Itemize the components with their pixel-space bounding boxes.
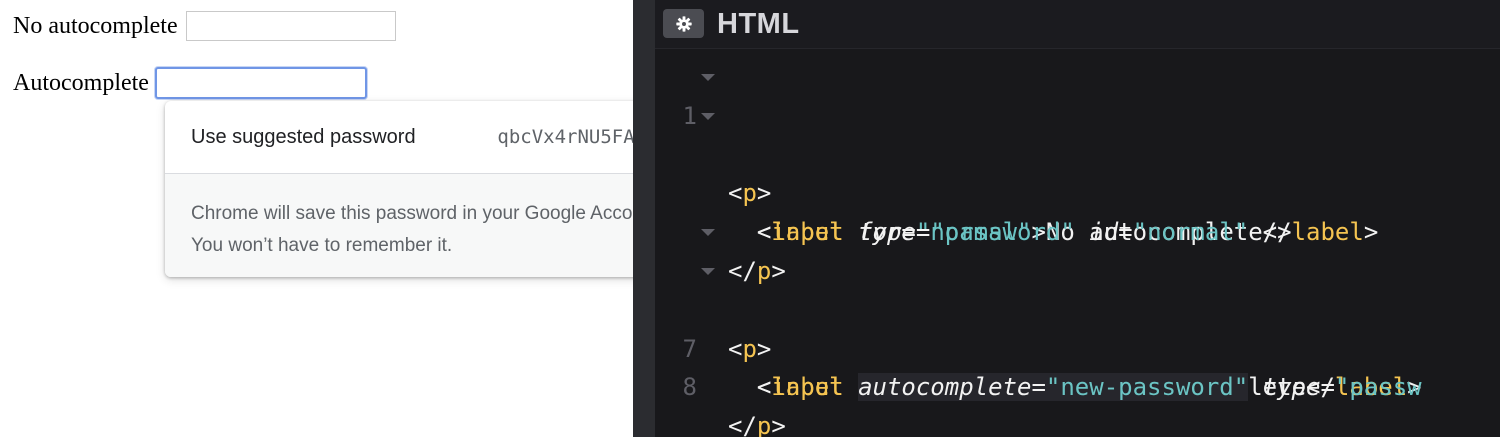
fold-arrow-icon[interactable] [701,74,715,81]
suggest-label: Use suggested password [191,125,416,148]
settings-button[interactable] [663,9,704,38]
preview-pane: No autocomplete Autocomplete Use suggest… [0,0,695,437]
code-line: <input type="password" id="normal" /> [756,218,1292,247]
normal-row: No autocomplete [13,11,396,41]
popup-footer: Chrome will save this password in your G… [165,174,695,277]
code-line: 7 <input autocomplete="new-password" typ… [655,291,1500,402]
autocomplete-label: Autocomplete [13,69,149,96]
popup-note: Chrome will save this password in your G… [191,203,665,256]
editor-title: HTML [717,8,800,40]
code-line: <label for="normal">No autocomplete</lab… [655,97,1500,246]
editor-header: HTML [655,0,1500,49]
code-line: 1 <p> [655,58,1500,207]
password-suggestion-popup: Use suggested password qbcVx4rNU5FArNk C… [165,101,695,277]
line-number: 8 [682,373,697,402]
pane-divider[interactable] [633,0,655,437]
code-area[interactable]: 1 <p> <label for="normal">No autocomplet… [655,58,1500,437]
fold-arrow-icon[interactable] [701,229,715,237]
fold-arrow-icon[interactable] [701,112,715,120]
code-line: <p> [655,213,1500,363]
autocomplete-password-input[interactable] [154,67,367,99]
use-suggested-password-option[interactable]: Use suggested password qbcVx4rNU5FArNk [165,101,695,173]
code-editor: HTML 1 <p> <label for="normal">No autoco… [655,0,1500,437]
autocomplete-row: Autocomplete [13,67,367,99]
normal-password-input[interactable] [185,11,396,41]
gear-icon [675,15,692,32]
fold-arrow-icon[interactable] [701,267,715,275]
normal-label: No autocomplete [13,12,178,39]
code-line: 8 </p> [655,330,1500,437]
code-line: <label for="autocomplete">Autocomplete</… [655,252,1500,401]
code-line: </p> [728,256,786,285]
